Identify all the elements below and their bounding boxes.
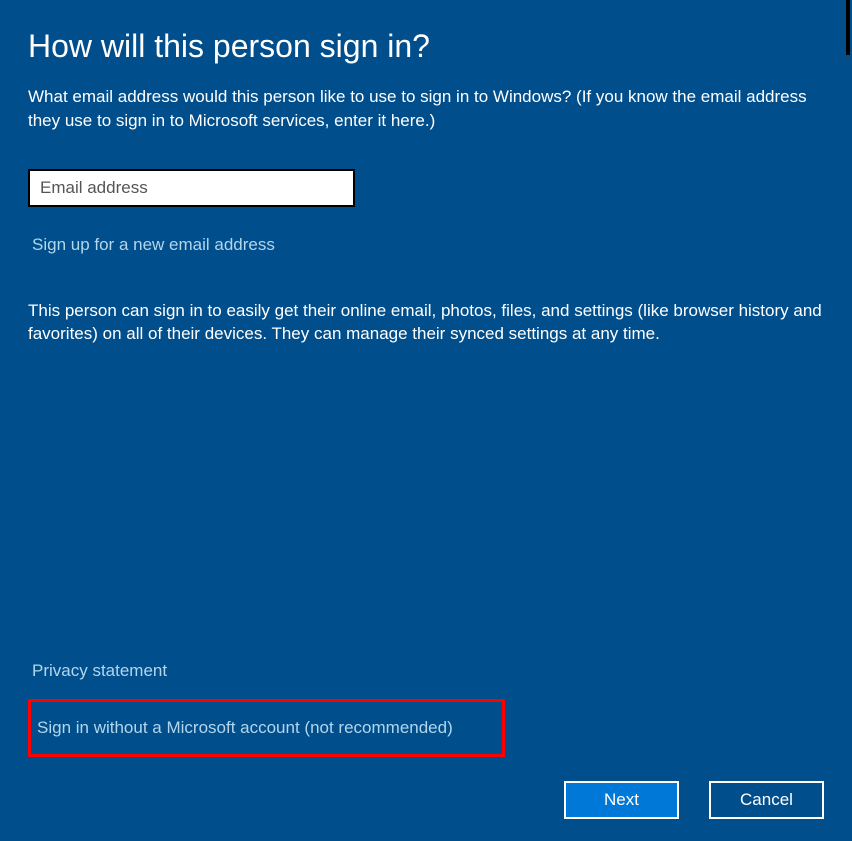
privacy-statement-link[interactable]: Privacy statement	[32, 661, 167, 681]
cancel-button[interactable]: Cancel	[709, 781, 824, 819]
sign-in-without-account-link[interactable]: Sign in without a Microsoft account (not…	[37, 718, 453, 738]
signup-email-link[interactable]: Sign up for a new email address	[32, 235, 275, 255]
subtitle-text: What email address would this person lik…	[28, 85, 824, 133]
email-input[interactable]	[28, 169, 355, 207]
scrollbar-track[interactable]	[844, 0, 852, 841]
scrollbar-thumb[interactable]	[846, 0, 850, 55]
bottom-area: Privacy statement Sign in without a Micr…	[28, 661, 824, 819]
button-row: Next Cancel	[28, 781, 824, 819]
page-title: How will this person sign in?	[28, 28, 824, 65]
highlight-annotation: Sign in without a Microsoft account (not…	[28, 699, 505, 757]
description-text: This person can sign in to easily get th…	[28, 299, 824, 347]
next-button[interactable]: Next	[564, 781, 679, 819]
